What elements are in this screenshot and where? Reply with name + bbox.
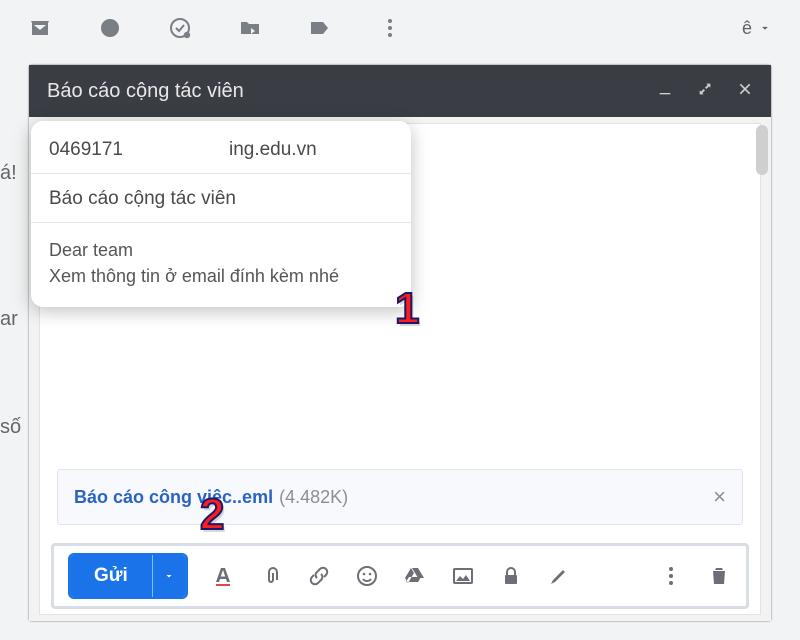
body-line: Xem thông tin ở email đính kèm nhé xyxy=(31,263,411,289)
lang-indicator-text: ê xyxy=(742,18,752,39)
compose-title: Báo cáo cộng tác viên xyxy=(47,80,244,103)
input-language-indicator[interactable]: ê xyxy=(742,18,772,39)
attachment-name: Báo cáo công việc..eml xyxy=(74,487,273,508)
subject-text: Báo cáo cộng tác viên xyxy=(49,188,236,210)
to-prefix: 0469171 xyxy=(49,139,123,161)
gmail-action-toolbar: ê xyxy=(0,8,800,48)
bg-text: ar xyxy=(0,308,18,331)
send-options-dropdown[interactable] xyxy=(152,555,186,597)
to-suffix: ing.edu.vn xyxy=(229,139,317,161)
confidential-mode-icon[interactable] xyxy=(498,563,524,589)
archive-icon[interactable] xyxy=(28,16,52,40)
redacted-segment xyxy=(129,139,223,159)
snooze-icon[interactable] xyxy=(98,16,122,40)
compose-action-bar: Gửi xyxy=(51,543,749,609)
attachment-chip[interactable]: Báo cáo công việc..eml (4.482K) × xyxy=(57,469,743,525)
fullscreen-icon[interactable] xyxy=(697,80,713,103)
close-icon[interactable] xyxy=(737,80,753,103)
body-preview[interactable]: Dear team Xem thông tin ở email đính kèm… xyxy=(31,223,411,293)
move-to-icon[interactable] xyxy=(238,16,262,40)
body-line: Dear team xyxy=(31,237,411,263)
caret-down-icon xyxy=(163,570,175,582)
label-icon[interactable] xyxy=(308,16,332,40)
attach-file-icon[interactable] xyxy=(258,563,284,589)
emoji-icon[interactable] xyxy=(354,563,380,589)
insert-link-icon[interactable] xyxy=(306,563,332,589)
bg-text: á! xyxy=(0,162,17,185)
more-vert-icon[interactable] xyxy=(378,16,402,40)
to-field[interactable]: 0469171 ing.edu.vn xyxy=(31,125,411,174)
compose-header-card: 0469171 ing.edu.vn Báo cáo cộng tác viên… xyxy=(31,121,411,307)
send-button-group: Gửi xyxy=(68,553,188,599)
bg-text: số xyxy=(0,416,21,439)
subject-field[interactable]: Báo cáo cộng tác viên xyxy=(31,174,411,223)
minimize-icon[interactable] xyxy=(657,80,673,103)
format-text-icon[interactable] xyxy=(210,563,236,589)
chevron-down-icon xyxy=(758,21,772,35)
attachment-remove-icon[interactable]: × xyxy=(713,484,726,510)
insert-signature-icon[interactable] xyxy=(546,563,572,589)
scrollbar[interactable] xyxy=(756,125,768,175)
more-options-icon[interactable] xyxy=(658,563,684,589)
send-label: Gửi xyxy=(94,565,128,587)
google-drive-icon[interactable] xyxy=(402,563,428,589)
send-button[interactable]: Gửi xyxy=(70,555,152,597)
insert-photo-icon[interactable] xyxy=(450,563,476,589)
compose-window: Báo cáo cộng tác viên 0469171 ing.edu.vn… xyxy=(28,64,772,622)
discard-draft-icon[interactable] xyxy=(706,563,732,589)
compose-titlebar: Báo cáo cộng tác viên xyxy=(29,65,771,117)
attachment-size: (4.482K) xyxy=(279,487,348,508)
mark-done-icon[interactable] xyxy=(168,16,192,40)
